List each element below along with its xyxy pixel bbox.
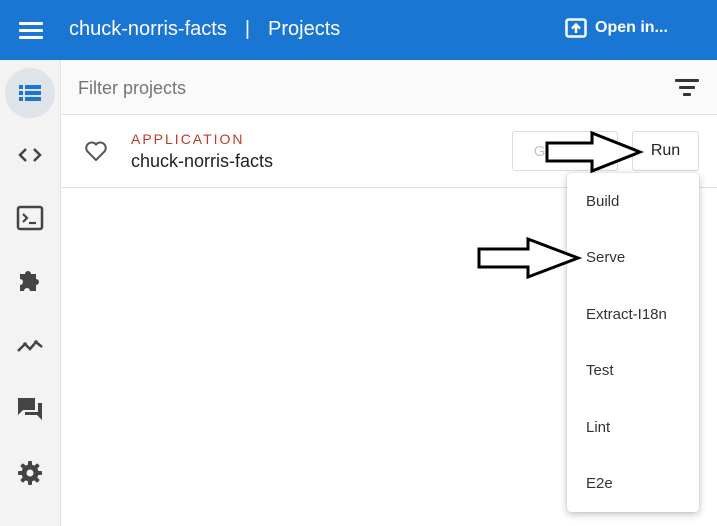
menu-item-lint[interactable]: Lint <box>567 399 699 455</box>
project-name: chuck-norris-facts <box>131 151 274 171</box>
title-separator: | <box>244 18 251 40</box>
filter-list-icon[interactable] <box>675 76 701 98</box>
side-navigation-rail <box>0 60 61 526</box>
filter-bar <box>62 60 717 115</box>
open-in-icon <box>565 18 587 38</box>
rail-item-projects[interactable] <box>5 68 55 118</box>
rail-item-analytics[interactable] <box>5 320 55 370</box>
annotation-arrow-run <box>545 130 644 174</box>
page-title: chuck-norris-facts | Projects <box>69 18 340 41</box>
rail-item-tasks[interactable] <box>5 193 55 243</box>
list-icon <box>19 85 41 101</box>
gear-icon <box>18 461 42 485</box>
chat-icon <box>18 398 42 420</box>
menu-item-extract-i18n[interactable]: Extract-I18n <box>567 286 699 342</box>
top-app-bar: chuck-norris-facts | Projects Open in... <box>0 0 717 60</box>
chart-line-icon <box>17 340 43 352</box>
annotation-arrow-serve <box>477 236 582 280</box>
menu-item-e2e[interactable]: E2e <box>567 455 699 511</box>
run-dropdown-menu: Build Serve Extract-I18n Test Lint E2e <box>567 173 699 512</box>
rail-item-settings[interactable] <box>5 448 55 498</box>
heart-favorite-icon[interactable] <box>84 140 108 162</box>
open-in-button[interactable]: Open in... <box>565 18 668 38</box>
terminal-icon <box>16 205 44 231</box>
project-type-label: APPLICATION <box>131 131 245 147</box>
puzzle-icon <box>20 271 39 291</box>
open-in-label: Open in... <box>595 19 668 36</box>
rail-item-feedback[interactable] <box>5 384 55 434</box>
rail-item-generate[interactable] <box>5 130 55 180</box>
menu-item-test[interactable]: Test <box>567 342 699 398</box>
section-name: Projects <box>268 18 341 40</box>
filter-projects-input[interactable] <box>78 74 638 102</box>
hamburger-menu-icon[interactable] <box>19 20 43 40</box>
code-icon <box>18 148 42 162</box>
menu-item-build[interactable]: Build <box>567 173 699 229</box>
workspace-name: chuck-norris-facts <box>69 18 227 40</box>
menu-item-serve[interactable]: Serve <box>567 229 699 285</box>
rail-item-extensions[interactable] <box>5 255 55 305</box>
